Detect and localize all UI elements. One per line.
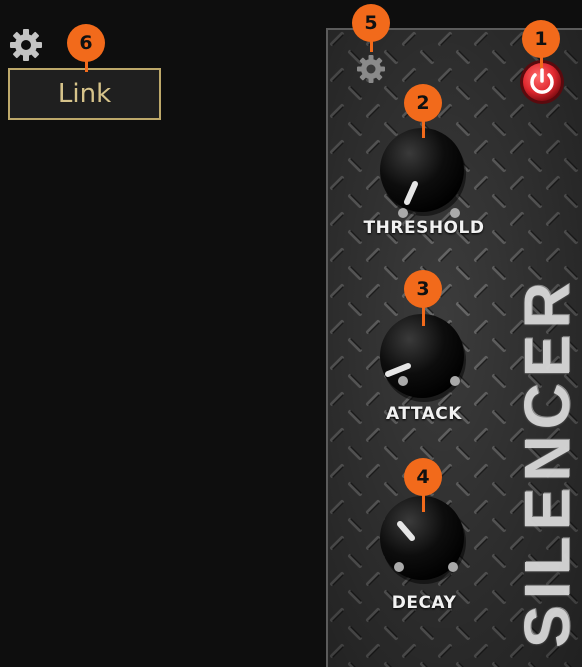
threshold-label: THRESHOLD	[363, 218, 485, 238]
panel-settings-gear-icon[interactable]	[354, 52, 388, 86]
callout-badge: 6	[67, 24, 105, 62]
knob-dot	[394, 562, 404, 572]
knob-dot	[450, 376, 460, 386]
callout-line	[422, 120, 425, 138]
decay-label: DECAY	[391, 593, 457, 613]
callout-line	[422, 306, 425, 326]
settings-gear-icon[interactable]	[8, 27, 44, 63]
callout-badge: 2	[404, 84, 442, 122]
callout-badge: 3	[404, 270, 442, 308]
link-button[interactable]: Link	[8, 68, 161, 120]
link-button-label: Link	[57, 79, 112, 109]
callout-badge: 5	[352, 4, 390, 42]
knob-dot	[450, 208, 460, 218]
callout-badge: 1	[522, 20, 560, 58]
brand-logo: SILENCER	[511, 276, 582, 648]
attack-label: ATTACK	[386, 404, 462, 424]
plugin-panel: THRESHOLD ATTACK DECAY SILENCER	[326, 28, 582, 667]
knob-dot	[398, 208, 408, 218]
knob-dot	[398, 376, 408, 386]
callout-line	[422, 494, 425, 512]
callout-badge: 4	[404, 458, 442, 496]
knob-dot	[448, 562, 458, 572]
